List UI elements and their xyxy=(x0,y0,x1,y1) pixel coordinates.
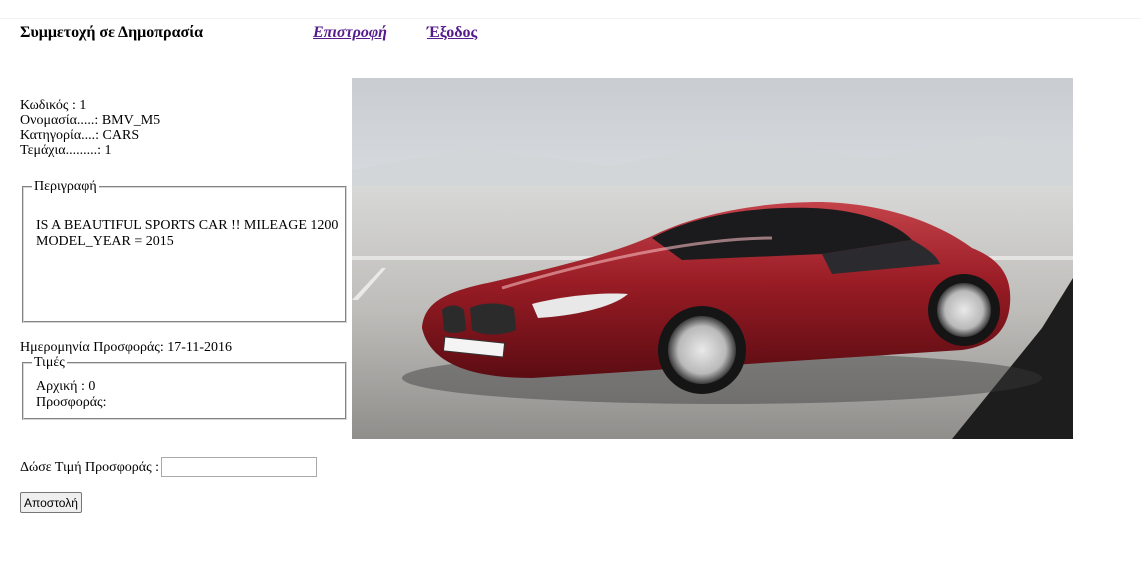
description-fieldset: Περιγραφή IS A BEAUTIFUL SPORTS CAR !! M… xyxy=(22,178,347,323)
prices-legend: Τιμές xyxy=(32,354,67,372)
prices-fieldset: Τιμές Αρχική : 0 Προσφοράς: xyxy=(22,354,347,420)
submit-button[interactable]: Αποστολή xyxy=(20,492,82,513)
offer-price: Προσφοράς: xyxy=(36,395,107,410)
item-name: Ονομασία.....: BMV_M5 xyxy=(20,113,161,128)
back-link[interactable]: Επιστροφή xyxy=(313,24,387,42)
description-text: IS A BEAUTIFUL SPORTS CAR !! MILEAGE 120… xyxy=(36,218,339,249)
item-pieces: Τεμάχια.........: 1 xyxy=(20,143,112,158)
initial-price: Αρχική : 0 xyxy=(36,379,96,394)
exit-link[interactable]: Έξοδος xyxy=(427,24,477,42)
bid-input[interactable] xyxy=(161,457,317,477)
item-code: Κωδικός : 1 xyxy=(20,98,87,113)
top-bar xyxy=(0,0,1141,19)
bid-label: Δώσε Τιμή Προσφοράς : xyxy=(20,460,160,475)
page-title: Συμμετοχή σε Δημοπρασία xyxy=(20,24,204,41)
item-info: Κωδικός : 1 Ονομασία.....: BMV_M5 Κατηγο… xyxy=(20,98,160,158)
item-category: Κατηγορία....: CARS xyxy=(20,128,140,143)
car-image xyxy=(352,78,1073,439)
description-legend: Περιγραφή xyxy=(32,178,99,196)
